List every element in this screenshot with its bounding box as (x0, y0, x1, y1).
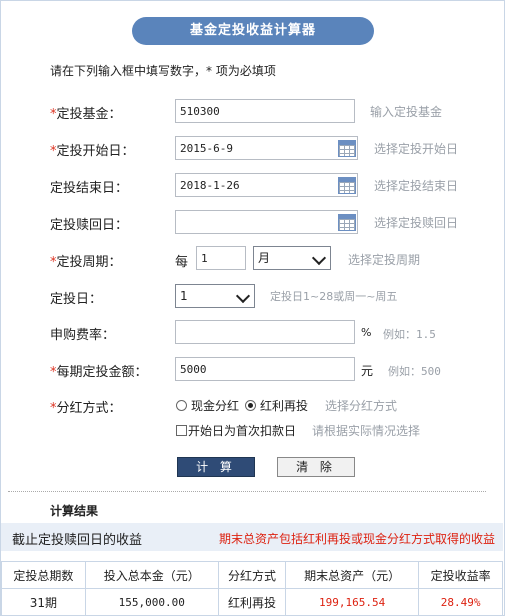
periods-cell: 31期 (1, 588, 86, 616)
amount-hint: 例如：500 (388, 365, 441, 378)
first-deduct-label[interactable]: 开始日为首次扣款日 (188, 422, 296, 439)
results-subtitle: 截止定投赎回日的收益 (12, 533, 143, 548)
calculate-button[interactable]: 计 算 (177, 457, 255, 477)
column-header: 投入总本金（元） (84, 561, 219, 589)
amount-label: *每期定投金额： (50, 361, 148, 380)
dividend-reinvest-radio[interactable] (245, 400, 256, 411)
fund-input[interactable]: 510300 (175, 99, 355, 123)
amount-unit: 元 (361, 364, 374, 378)
results-header-row: 定投总期数 投入总本金（元） 分红方式 期末总资产（元） 定投收益率 (1, 561, 503, 589)
column-header: 分红方式 (217, 561, 287, 589)
period-prefix: 每 (175, 255, 189, 270)
principal-cell: 155,000.00 (84, 588, 219, 616)
end-date-label: 定投结束日： (50, 181, 129, 196)
start-date-label: *定投开始日： (50, 140, 135, 159)
results-title: 计算结果 (50, 504, 99, 518)
fee-unit: % (361, 326, 372, 339)
day-label: 定投日： (50, 292, 103, 307)
column-header: 期末总资产（元） (285, 561, 420, 589)
fee-hint: 例如：1.5 (383, 328, 436, 341)
column-header: 定投收益率 (418, 561, 503, 589)
dividend-cash-radio[interactable] (176, 400, 187, 411)
column-header: 定投总期数 (1, 561, 86, 589)
period-count-input[interactable]: 1 (196, 246, 246, 270)
period-label: *定投周期： (50, 251, 122, 270)
day-hint: 定投日1~28或周一~周五 (270, 290, 398, 303)
amount-input[interactable]: 5000 (175, 357, 355, 381)
clear-button[interactable]: 清 除 (277, 457, 355, 477)
dividend-label-text: 分红方式： (56, 401, 122, 416)
end-date-input[interactable]: 2018-1-26 (175, 173, 358, 197)
start-date-label-text: 定投开始日： (56, 144, 135, 159)
results-table: 定投总期数 投入总本金（元） 分红方式 期末总资产（元） 定投收益率 31期 1… (1, 561, 503, 616)
redeem-date-input[interactable] (175, 210, 358, 234)
fee-label: 申购费率： (50, 328, 116, 343)
dividend-label: *分红方式： (50, 397, 122, 416)
end-date-hint: 选择定投结束日 (374, 179, 459, 193)
results-note: 期末总资产包括红利再投或现金分红方式取得的收益 (218, 532, 495, 546)
first-deduct-checkbox[interactable] (176, 425, 187, 436)
period-hint: 选择定投周期 (348, 253, 421, 267)
period-label-text: 定投周期： (56, 255, 122, 270)
dividend-cash-label[interactable]: 现金分红 (191, 397, 239, 414)
table-row: 31期 155,000.00 红利再投 199,165.54 28.49% (1, 588, 503, 616)
calendar-icon[interactable] (338, 177, 356, 194)
dividend-mode-cell: 红利再投 (217, 588, 287, 616)
fee-input[interactable] (175, 320, 355, 344)
page-title: 基金定投收益计算器 (132, 17, 374, 45)
fund-hint: 输入定投基金 (370, 105, 443, 119)
period-unit-value: 月 (258, 251, 271, 265)
return-rate-cell: 28.49% (418, 588, 503, 616)
calendar-icon[interactable] (338, 214, 356, 231)
start-date-hint: 选择定投开始日 (374, 142, 459, 156)
dividend-reinvest-label[interactable]: 红利再投 (260, 397, 308, 414)
chevron-down-icon (235, 288, 251, 304)
start-date-input[interactable]: 2015-6-9 (175, 136, 358, 160)
day-select[interactable]: 1 (175, 284, 255, 308)
calendar-icon[interactable] (338, 140, 356, 157)
divider (8, 491, 486, 492)
period-unit-select[interactable]: 月 (253, 246, 331, 270)
day-value: 1 (180, 289, 188, 303)
fund-label-text: 定投基金： (56, 107, 122, 122)
chevron-down-icon (311, 250, 327, 266)
first-deduct-hint: 请根据实际情况选择 (312, 424, 421, 438)
dividend-hint: 选择分红方式 (325, 399, 398, 413)
redeem-date-label: 定投赎回日： (50, 218, 129, 233)
intro-text: 请在下列输入框中填写数字，* 项为必填项 (50, 64, 276, 78)
redeem-date-hint: 选择定投赎回日 (374, 216, 459, 230)
amount-label-text: 每期定投金额： (56, 365, 148, 380)
final-assets-cell: 199,165.54 (285, 588, 420, 616)
fund-label: *定投基金： (50, 103, 122, 122)
